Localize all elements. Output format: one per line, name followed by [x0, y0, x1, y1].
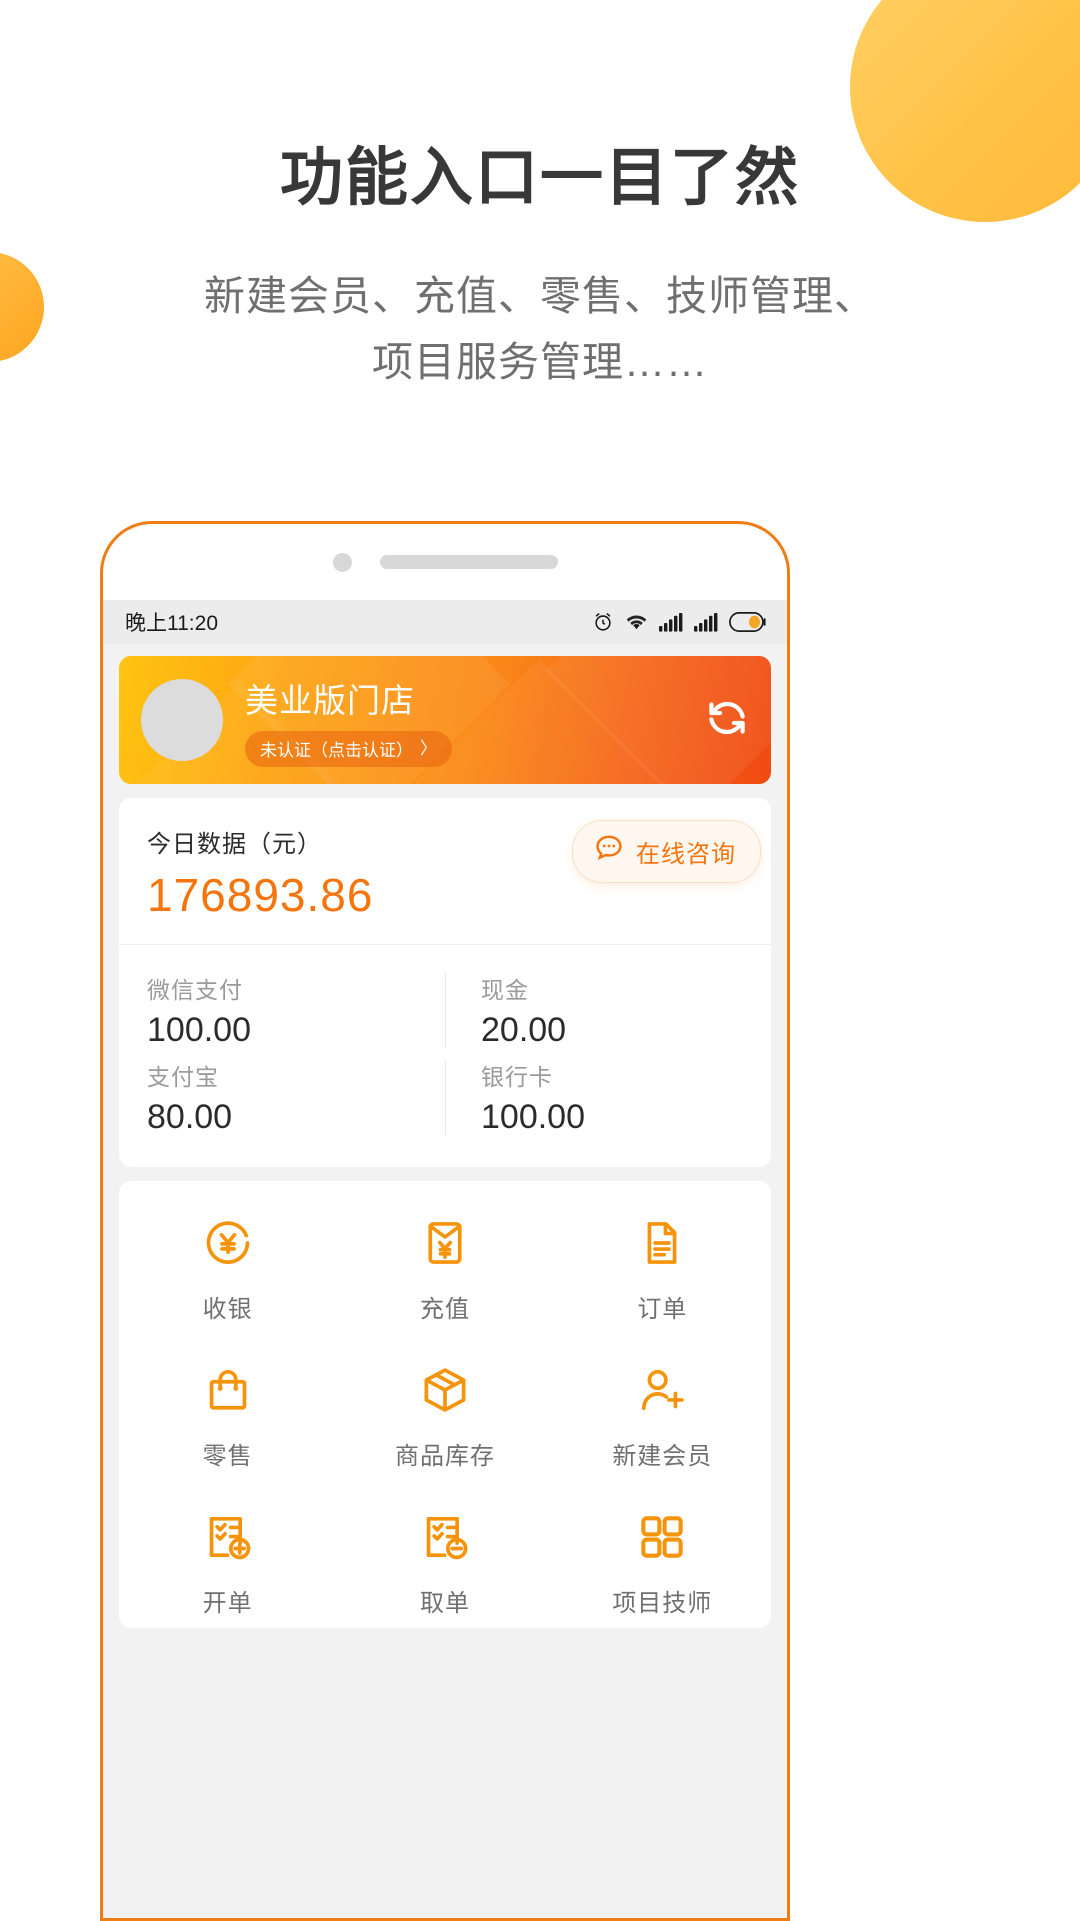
phone-mockup: 晚上11:20 美业版门店 未认证（点击认证） 〉 今日数据（元） 176893…: [100, 521, 790, 1921]
today-data-card: 今日数据（元） 176893.86 在线咨询 微信支付 100.00 现金 20…: [119, 798, 771, 1167]
function-item-new-member[interactable]: 新建会员: [554, 1362, 771, 1471]
promo-section: 功能入口一目了然 新建会员、充值、零售、技师管理、 项目服务管理……: [0, 140, 1080, 396]
promo-subtitle-line-1: 新建会员、充值、零售、技师管理、: [204, 272, 876, 319]
signal-icon: [694, 612, 718, 632]
function-item-retail[interactable]: 零售: [119, 1362, 336, 1471]
status-bar-time: 晚上11:20: [125, 612, 218, 635]
shopping-bag-icon: [202, 1362, 254, 1418]
red-envelope-yen-icon: [419, 1215, 471, 1271]
function-item-inventory[interactable]: 商品库存: [336, 1362, 553, 1471]
function-label: 订单: [637, 1296, 688, 1323]
camera-icon: [332, 552, 352, 572]
yen-circle-icon: [202, 1215, 254, 1271]
app-content: 美业版门店 未认证（点击认证） 〉 今日数据（元） 176893.86 在线咨询…: [103, 644, 787, 1918]
online-consult-button[interactable]: 在线咨询: [572, 820, 761, 883]
function-entry-card: 收银 充值 订单 零售 商品库存 新建会员 开单 取单 项目技师: [119, 1181, 771, 1628]
order-cancel-icon: [419, 1509, 471, 1565]
speaker-grill: [379, 555, 558, 569]
function-label: 零售: [202, 1443, 253, 1470]
wifi-icon: [625, 612, 648, 632]
payment-value: 20.00: [481, 1011, 567, 1049]
payment-cell-bankcard: 银行卡 100.00: [445, 1054, 771, 1141]
status-bar: 晚上11:20: [103, 600, 787, 644]
page-title: 功能入口一目了然: [280, 143, 800, 213]
function-label: 项目技师: [612, 1590, 713, 1617]
payment-value: 100.00: [147, 1011, 251, 1049]
shop-info: 美业版门店 未认证（点击认证） 〉: [245, 674, 452, 767]
function-label: 新建会员: [612, 1443, 713, 1470]
function-item-cancel-order[interactable]: 取单: [336, 1509, 553, 1618]
refresh-button[interactable]: [705, 696, 749, 745]
function-item-cashier[interactable]: 收银: [119, 1215, 336, 1324]
function-label: 商品库存: [394, 1443, 495, 1470]
signal-icon: [659, 612, 683, 632]
shop-name: 美业版门店: [245, 681, 415, 719]
function-label: 开单: [202, 1590, 253, 1617]
payment-name: 微信支付: [147, 977, 243, 1003]
chat-bubble-icon: [593, 832, 625, 871]
function-item-create-order[interactable]: 开单: [119, 1509, 336, 1618]
payment-value: 80.00: [147, 1098, 233, 1136]
function-item-recharge[interactable]: 充值: [336, 1215, 553, 1324]
shop-header-banner[interactable]: 美业版门店 未认证（点击认证） 〉: [119, 656, 771, 784]
online-consult-label: 在线咨询: [636, 841, 736, 868]
avatar[interactable]: [141, 679, 223, 761]
phone-notch: [103, 524, 787, 600]
alarm-icon: [592, 611, 614, 633]
payment-cell-cash: 现金 20.00: [445, 967, 771, 1054]
payment-cell-alipay: 支付宝 80.00: [119, 1054, 445, 1141]
function-item-order[interactable]: 订单: [554, 1215, 771, 1324]
today-data-header: 今日数据（元） 176893.86 在线咨询: [119, 798, 771, 945]
function-item-project-technician[interactable]: 项目技师: [554, 1509, 771, 1618]
promo-subtitle-line-2: 项目服务管理……: [372, 339, 708, 386]
grid-squares-icon: [636, 1509, 688, 1565]
chevron-right-icon: 〉: [420, 738, 437, 758]
payment-cell-wechat: 微信支付 100.00: [119, 967, 445, 1054]
payment-name: 银行卡: [481, 1064, 553, 1090]
person-add-icon: [636, 1362, 688, 1418]
refresh-icon: [705, 701, 749, 744]
payment-value: 100.00: [481, 1098, 585, 1136]
function-label: 取单: [419, 1590, 470, 1617]
box-icon: [419, 1362, 471, 1418]
order-create-icon: [202, 1509, 254, 1565]
function-label: 充值: [419, 1296, 470, 1323]
function-label: 收银: [202, 1296, 253, 1323]
status-badge[interactable]: 未认证（点击认证） 〉: [245, 730, 452, 767]
document-icon: [636, 1215, 688, 1271]
battery-icon: [729, 612, 767, 632]
payment-breakdown-grid: 微信支付 100.00 现金 20.00 支付宝 80.00 银行卡 100.0…: [119, 945, 771, 1167]
payment-name: 支付宝: [147, 1064, 219, 1090]
banner-wrapper: 美业版门店 未认证（点击认证） 〉: [103, 644, 787, 784]
promo-subtitle: 新建会员、充值、零售、技师管理、 项目服务管理……: [0, 263, 1080, 396]
function-icon-grid: 收银 充值 订单 零售 商品库存 新建会员 开单 取单 项目技师: [119, 1215, 771, 1618]
status-bar-icons: [592, 611, 767, 633]
verify-badge-label: 未认证（点击认证）: [260, 740, 413, 760]
payment-name: 现金: [481, 977, 529, 1003]
